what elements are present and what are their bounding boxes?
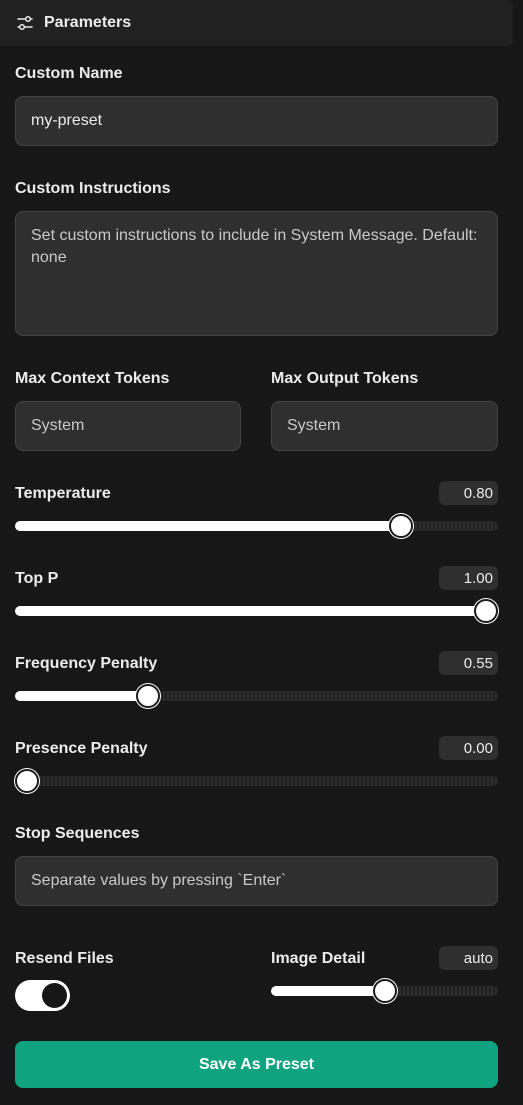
save-as-preset-button[interactable]: Save As Preset — [15, 1041, 498, 1088]
top-p-value[interactable]: 1.00 — [439, 566, 498, 590]
max-context-tokens-label: Max Context Tokens — [15, 370, 170, 387]
frequency-penalty-slider[interactable] — [15, 684, 498, 708]
top-p-slider-fill — [15, 606, 486, 616]
temperature-slider[interactable] — [15, 514, 498, 538]
frequency-penalty-label: Frequency Penalty — [15, 655, 158, 672]
resend-files-toggle-knob — [42, 983, 67, 1008]
parameters-header[interactable]: Parameters — [0, 0, 513, 46]
temperature-value[interactable]: 0.80 — [439, 481, 498, 505]
sliders-icon — [17, 15, 33, 31]
parameters-panel: Parameters Custom Name Custom Instructio… — [0, 0, 523, 1105]
image-detail-slider[interactable] — [271, 979, 498, 1003]
max-output-tokens-label: Max Output Tokens — [271, 370, 419, 387]
custom-name-label: Custom Name — [15, 65, 123, 82]
top-p-label: Top P — [15, 570, 59, 587]
presence-penalty-value[interactable]: 0.00 — [439, 736, 498, 760]
frequency-penalty-value[interactable]: 0.55 — [439, 651, 498, 675]
frequency-penalty-slider-fill — [15, 691, 148, 701]
temperature-label: Temperature — [15, 485, 111, 502]
stop-sequences-input[interactable] — [15, 856, 498, 906]
image-detail-slider-thumb[interactable] — [372, 979, 397, 1003]
max-output-tokens-input[interactable] — [271, 401, 498, 451]
custom-instructions-label: Custom Instructions — [15, 180, 171, 197]
presence-penalty-label: Presence Penalty — [15, 740, 148, 757]
custom-instructions-textarea[interactable] — [15, 211, 498, 336]
image-detail-label: Image Detail — [271, 950, 366, 967]
frequency-penalty-slider-thumb[interactable] — [135, 684, 160, 708]
temperature-slider-thumb[interactable] — [389, 514, 414, 538]
presence-penalty-slider[interactable] — [15, 769, 498, 793]
max-context-tokens-input[interactable] — [15, 401, 241, 451]
resend-files-label: Resend Files — [15, 950, 114, 967]
resend-files-toggle[interactable] — [15, 980, 70, 1011]
top-p-slider[interactable] — [15, 599, 498, 623]
presence-penalty-slider-thumb[interactable] — [15, 769, 39, 793]
image-detail-value[interactable]: auto — [439, 946, 498, 970]
stop-sequences-label: Stop Sequences — [15, 825, 140, 842]
parameters-title: Parameters — [44, 14, 132, 31]
temperature-slider-fill — [15, 521, 402, 531]
top-p-slider-thumb[interactable] — [474, 599, 498, 623]
image-detail-slider-fill — [271, 986, 385, 996]
custom-name-input[interactable] — [15, 96, 498, 146]
